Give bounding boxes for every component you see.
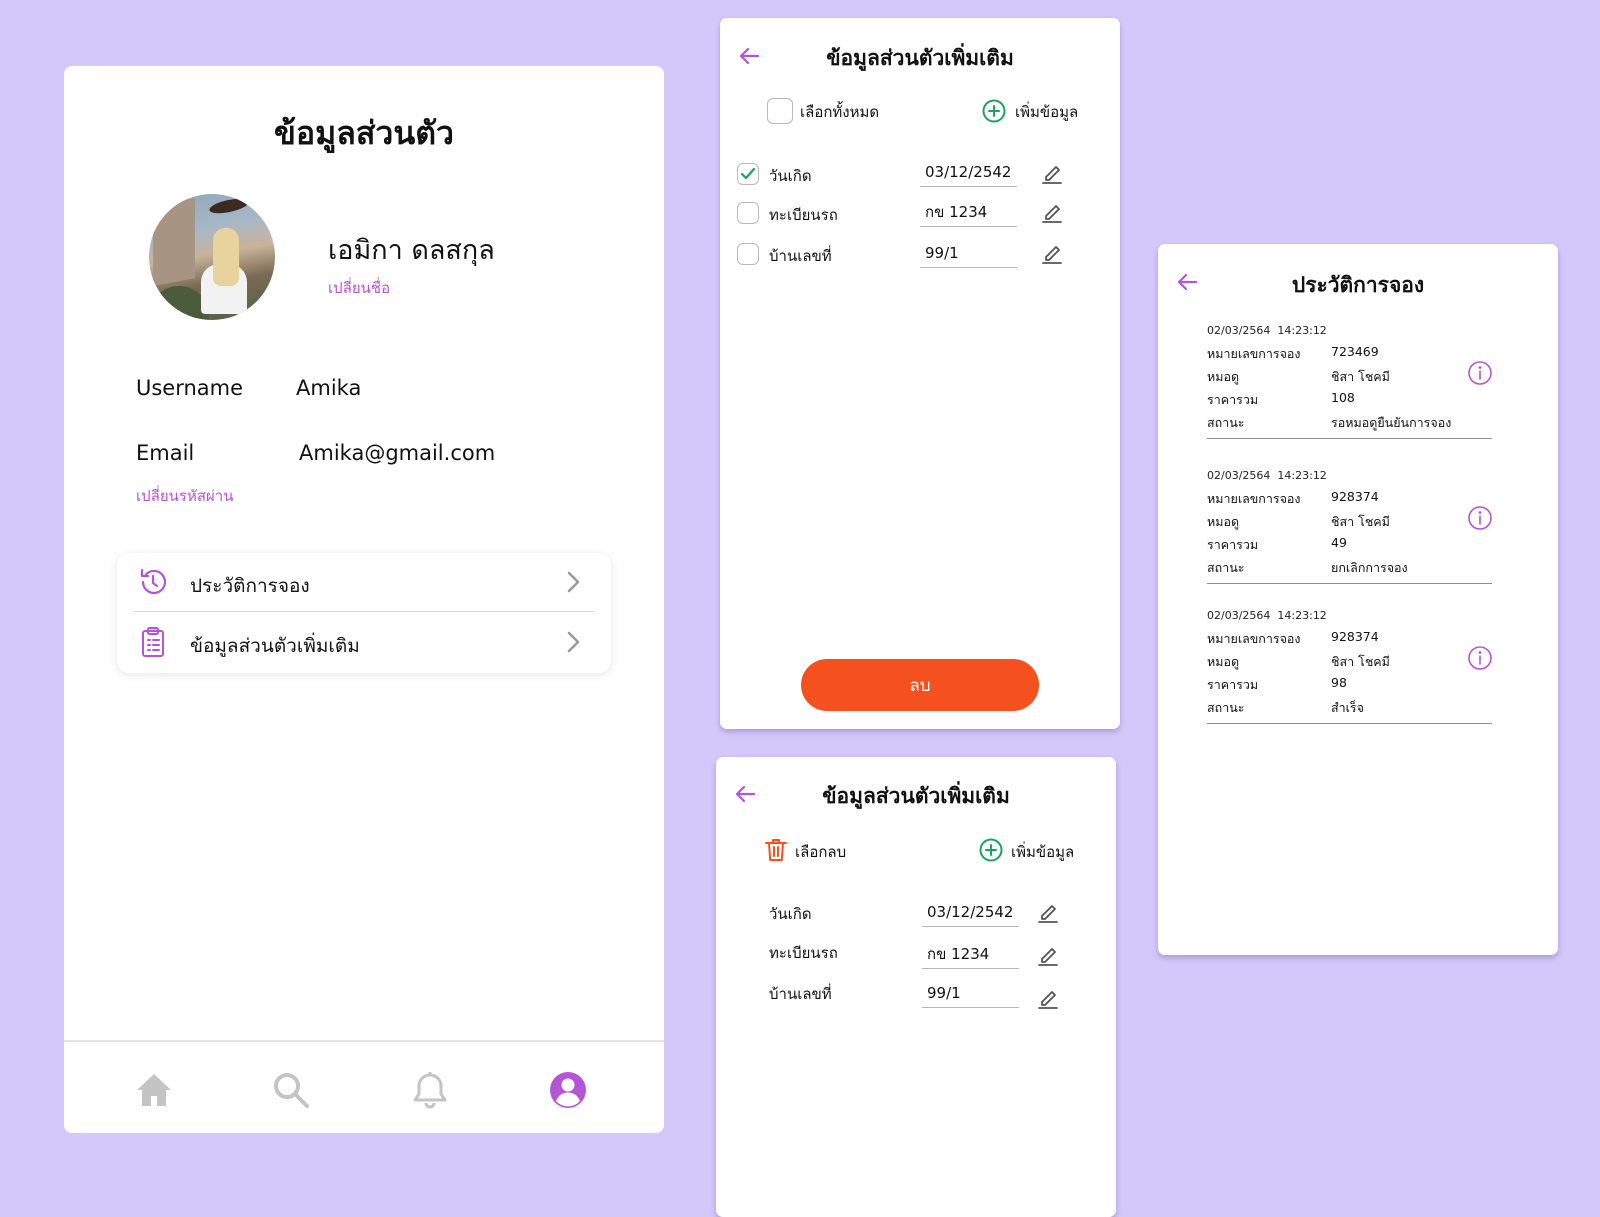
delete-button[interactable]: ลบ <box>801 659 1039 711</box>
field-label: สถานะ <box>1207 560 1245 575</box>
field-label: ราคารวม <box>1207 537 1259 552</box>
page-title: ข้อมูลส่วนตัวเพิ่มเติม <box>822 784 1010 808</box>
menu-item-label: ประวัติการจอง <box>190 575 310 597</box>
change-name-link[interactable]: เปลี่ยนชื่อ <box>328 276 390 300</box>
row-label: ทะเบียนรถ <box>769 944 838 962</box>
birthday-field[interactable]: 03/12/2542 <box>920 159 1017 187</box>
select-all-checkbox[interactable] <box>767 98 793 124</box>
add-info-button[interactable]: เพิ่มข้อมูล <box>1011 840 1074 864</box>
booking-status: ยกเลิกการจอง <box>1331 560 1408 575</box>
booking-timestamp: 02/03/2564 14:23:12 <box>1207 469 1327 482</box>
edit-pencil-icon[interactable] <box>1036 986 1060 1010</box>
row-label: ทะเบียนรถ <box>769 206 838 224</box>
row-label: บ้านเลขที่ <box>769 247 832 265</box>
booking-number: 928374 <box>1331 629 1379 644</box>
info-icon[interactable] <box>1467 645 1493 671</box>
booking-timestamp: 02/03/2564 14:23:12 <box>1207 609 1327 622</box>
license-plate-field[interactable]: กข 1234 <box>922 941 1019 969</box>
edit-pencil-icon[interactable] <box>1036 943 1060 967</box>
email-label: Email <box>136 441 195 465</box>
menu-item-booking-history[interactable]: ประวัติการจอง <box>117 553 611 611</box>
profile-name: เอมิกา ดลสกุล <box>328 235 495 266</box>
booking-number: 723469 <box>1331 344 1379 359</box>
edit-pencil-icon[interactable] <box>1040 161 1064 185</box>
field-label: สถานะ <box>1207 415 1245 430</box>
field-label: หมายเลขการจอง <box>1207 491 1301 506</box>
divider <box>134 611 594 612</box>
add-circle-icon[interactable] <box>979 838 1003 862</box>
booking-timestamp: 02/03/2564 14:23:12 <box>1207 324 1327 337</box>
booking-history-screen: ประวัติการจอง 02/03/2564 14:23:12 หมายเล… <box>1158 244 1558 955</box>
trash-icon[interactable] <box>764 837 788 863</box>
email-value: Amika@gmail.com <box>299 441 496 465</box>
bell-icon[interactable] <box>410 1070 450 1110</box>
booking-status: สำเร็จ <box>1331 700 1364 715</box>
field-label: หมอดู <box>1207 514 1240 529</box>
row-checkbox-checked[interactable] <box>737 163 759 185</box>
doctor-name: ชิสา โชคมี <box>1331 654 1390 669</box>
menu-item-additional-info[interactable]: ข้อมูลส่วนตัวเพิ่มเติม <box>117 613 611 671</box>
house-number-field[interactable]: 99/1 <box>920 240 1017 268</box>
row-checkbox[interactable] <box>737 202 759 224</box>
license-plate-field[interactable]: กข 1234 <box>920 199 1017 227</box>
total-price: 49 <box>1331 535 1347 550</box>
row-label: วันเกิด <box>769 905 812 923</box>
field-label: หมอดู <box>1207 369 1240 384</box>
profile-menu: ประวัติการจอง ข้อมูลส่วนตัวเพิ่มเติม <box>117 553 611 673</box>
edit-pencil-icon[interactable] <box>1036 900 1060 924</box>
history-icon <box>137 566 169 598</box>
total-price: 98 <box>1331 675 1347 690</box>
chevron-right-icon <box>564 630 582 654</box>
page-title: ประวัติการจอง <box>1291 273 1425 297</box>
field-label: หมายเลขการจอง <box>1207 346 1301 361</box>
booking-status: รอหมอดูยืนยันการจอง <box>1331 415 1452 430</box>
field-label: สถานะ <box>1207 700 1245 715</box>
row-checkbox[interactable] <box>737 243 759 265</box>
row-label: บ้านเลขที่ <box>769 985 832 1003</box>
page-title: ข้อมูลส่วนตัว <box>274 114 454 152</box>
total-price: 108 <box>1331 390 1355 405</box>
edit-pencil-icon[interactable] <box>1040 200 1064 224</box>
profile-screen: ข้อมูลส่วนตัว เอมิกา ดลสกุล เปลี่ยนชื่อ … <box>64 66 664 1133</box>
search-icon[interactable] <box>271 1070 311 1110</box>
field-label: หมอดู <box>1207 654 1240 669</box>
divider <box>1207 438 1492 439</box>
home-icon[interactable] <box>134 1070 174 1110</box>
field-label: หมายเลขการจอง <box>1207 631 1301 646</box>
divider <box>1207 583 1492 584</box>
additional-info-select-screen: ข้อมูลส่วนตัวเพิ่มเติม เลือกทั้งหมด เพิ่… <box>720 18 1120 729</box>
profile-icon[interactable] <box>548 1070 588 1110</box>
bottom-navigation <box>64 1040 664 1135</box>
additional-info-screen: ข้อมูลส่วนตัวเพิ่มเติม เลือกลบ เพิ่มข้อม… <box>716 757 1116 1217</box>
avatar[interactable] <box>149 194 275 320</box>
clipboard-icon <box>137 626 169 658</box>
field-label: ราคารวม <box>1207 677 1259 692</box>
chevron-right-icon <box>564 570 582 594</box>
row-label: วันเกิด <box>769 167 812 185</box>
doctor-name: ชิสา โชคมี <box>1331 369 1390 384</box>
page-title: ข้อมูลส่วนตัวเพิ่มเติม <box>826 46 1014 70</box>
info-icon[interactable] <box>1467 505 1493 531</box>
field-label: ราคารวม <box>1207 392 1259 407</box>
info-icon[interactable] <box>1467 360 1493 386</box>
username-label: Username <box>136 376 244 400</box>
doctor-name: ชิสา โชคมี <box>1331 514 1390 529</box>
divider <box>1207 723 1492 724</box>
add-circle-icon[interactable] <box>982 99 1006 123</box>
select-all-label: เลือกทั้งหมด <box>800 103 880 121</box>
add-info-button[interactable]: เพิ่มข้อมูล <box>1015 100 1078 124</box>
house-number-field[interactable]: 99/1 <box>922 980 1019 1008</box>
booking-number: 928374 <box>1331 489 1379 504</box>
edit-pencil-icon[interactable] <box>1040 241 1064 265</box>
username-value: Amika <box>296 376 362 400</box>
change-password-link[interactable]: เปลี่ยนรหัสผ่าน <box>136 484 233 508</box>
birthday-field[interactable]: 03/12/2542 <box>922 899 1019 927</box>
menu-item-label: ข้อมูลส่วนตัวเพิ่มเติม <box>190 635 360 657</box>
select-delete-button[interactable]: เลือกลบ <box>795 840 846 864</box>
